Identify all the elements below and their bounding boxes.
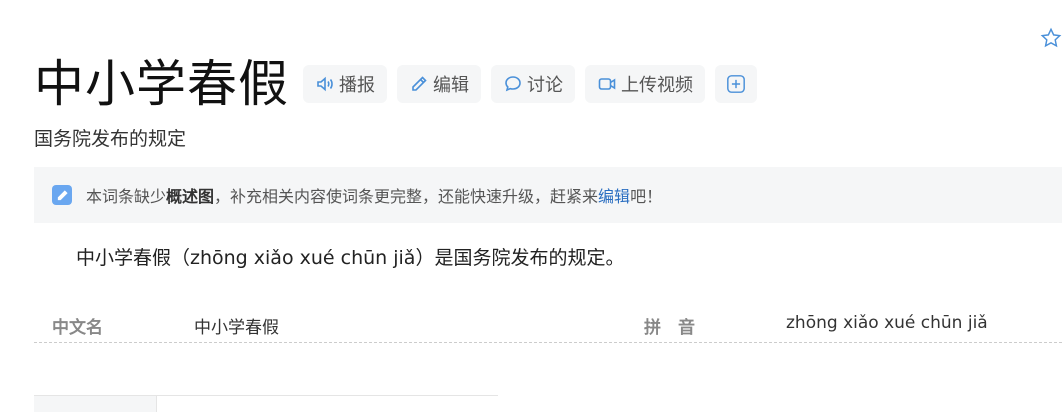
pinyin-value: zhōng xiǎo xué chūn jiǎ <box>786 313 988 333</box>
summary-text: 中小学春假（zhōng xiǎo xué chūn jiǎ）是国务院发布的规定。 <box>76 247 625 269</box>
video-camera-icon <box>598 78 616 90</box>
catalog-box-left <box>34 396 157 412</box>
speaker-icon <box>317 76 333 92</box>
edit-label: 编辑 <box>433 75 469 96</box>
upload-video-button[interactable]: 上传视频 <box>585 65 705 103</box>
add-button[interactable] <box>715 65 757 103</box>
favorite-star-icon[interactable] <box>1040 27 1062 49</box>
notice-middle: ，补充相关内容使词条更完整，还能快速升级，赶紧来 <box>214 187 599 206</box>
notice-suffix: 吧！ <box>630 187 663 206</box>
notice-bold: 概述图 <box>166 187 215 206</box>
edit-notice-icon <box>52 185 72 205</box>
upload-video-label: 上传视频 <box>621 75 693 96</box>
plus-icon <box>727 75 745 93</box>
notice-edit-link[interactable]: 编辑 <box>598 183 630 207</box>
chat-bubble-icon <box>505 76 521 92</box>
play-button[interactable]: 播报 <box>303 65 387 103</box>
discuss-button[interactable]: 讨论 <box>491 65 575 103</box>
notice-prefix: 本词条缺少 <box>86 187 167 206</box>
play-label: 播报 <box>339 75 375 96</box>
notice-banner: 本词条缺少 概述图 ，补充相关内容使词条更完整，还能快速升级，赶紧来 编辑 吧！ <box>34 167 1062 223</box>
page-title: 中小学春假 <box>34 55 289 113</box>
catalog-box <box>34 395 498 412</box>
chinese-name-value: 中小学春假 <box>194 318 279 338</box>
info-row: 中文名 中小学春假 拼 音 zhōng xiǎo xué chūn jiǎ <box>34 305 1062 343</box>
edit-button[interactable]: 编辑 <box>397 65 481 103</box>
title-row: 中小学春假 播报 编辑 讨论 上传视频 <box>34 52 767 116</box>
pinyin-key: 拼 音 <box>644 318 695 338</box>
chinese-name-key: 中文名 <box>52 318 103 338</box>
subtitle: 国务院发布的规定 <box>34 128 187 150</box>
pencil-icon <box>412 76 427 91</box>
discuss-label: 讨论 <box>527 75 563 96</box>
